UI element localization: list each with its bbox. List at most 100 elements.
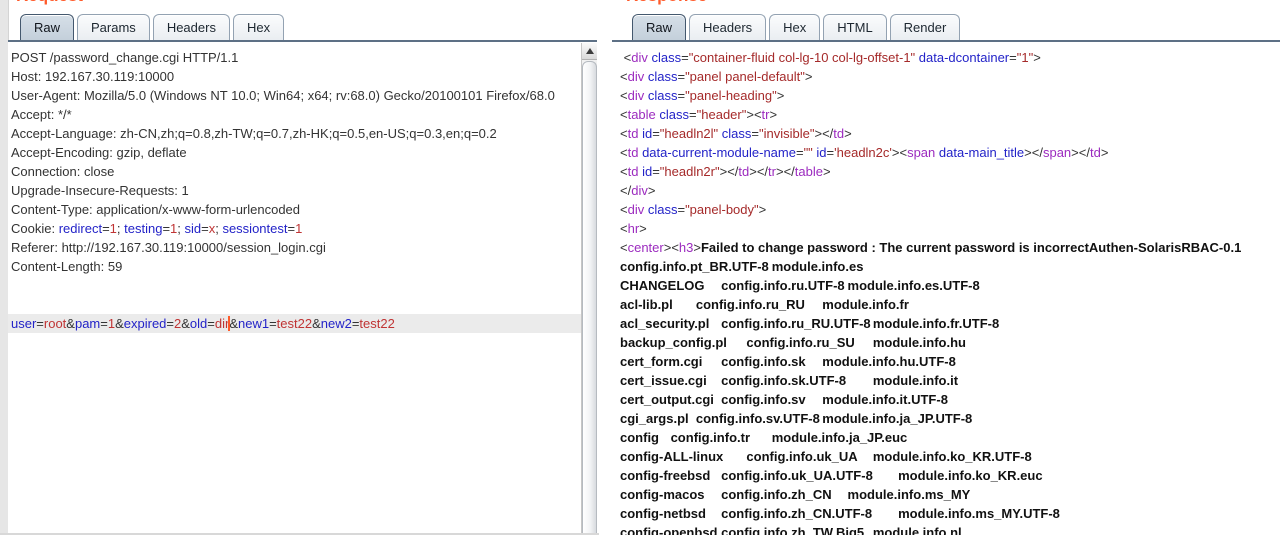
code-line: acl_security.pl config.info.ru_RU.UTF-8 … — [617, 314, 1280, 333]
code-token: config-freebsd config.info.uk_UA.UTF-8 m… — [620, 468, 1043, 483]
code-token: "" — [803, 145, 813, 160]
tab-html[interactable]: HTML — [823, 14, 887, 41]
code-token: acl-lib.pl config.info.ru_RU module.info… — [620, 297, 909, 312]
request-editor[interactable]: POST /password_change.cgi HTTP/1.1 Host: … — [8, 42, 582, 535]
code-token: config-netbsd config.info.zh_CN.UTF-8 mo… — [620, 506, 1060, 521]
code-token: < — [620, 240, 628, 255]
request-scrollbar[interactable] — [581, 43, 597, 535]
tab-label: Render — [903, 20, 947, 35]
code-line: CHANGELOG config.info.ru.UTF-8 module.in… — [617, 276, 1280, 295]
scrollbar-thumb[interactable] — [582, 61, 597, 535]
code-token: user — [11, 316, 37, 331]
code-token: > — [769, 107, 778, 122]
code-token: h3 — [678, 240, 694, 255]
code-token: td — [738, 164, 750, 179]
tab-label: Headers — [166, 20, 216, 35]
code-token: < — [620, 221, 628, 236]
code-token: sid — [184, 221, 202, 236]
code-line: <hr> — [617, 219, 1280, 238]
tab-hex[interactable]: Hex — [232, 14, 285, 41]
code-line: <div class="container-fluid col-lg-10 co… — [617, 48, 1280, 67]
code-line: <div class="panel-body"> — [617, 200, 1280, 219]
code-token: Accept: */* — [11, 107, 72, 122]
code-token: Cookie: — [11, 221, 59, 236]
tab-label: Hex — [246, 20, 271, 35]
code-line: Host: 192.167.30.119:10000 — [8, 67, 582, 86]
code-line: config-openbsd config.info.zh_TW.Big5 mo… — [617, 523, 1280, 535]
code-token: testing — [124, 221, 163, 236]
code-line: Cookie: redirect=1; testing=1; sid=x; se… — [8, 219, 582, 238]
code-token: = — [100, 316, 108, 331]
code-token: = — [652, 164, 660, 179]
tab-headers[interactable]: Headers — [152, 14, 230, 41]
code-line: Accept: */* — [8, 105, 582, 124]
code-token: > — [758, 202, 767, 217]
tab-raw[interactable]: Raw — [632, 14, 687, 41]
tab-render[interactable]: Render — [889, 14, 961, 41]
code-token: & — [66, 316, 75, 331]
code-token: root — [43, 316, 67, 331]
code-token: Upgrade-Insecure-Requests: 1 — [11, 183, 189, 198]
tab-label: HTML — [837, 20, 873, 35]
code-token: > — [1033, 50, 1041, 65]
code-token: = — [795, 145, 804, 160]
code-token: < — [620, 145, 628, 160]
code-token: ></ — [776, 164, 795, 179]
code-token: < — [620, 164, 628, 179]
code-token: = — [677, 88, 686, 103]
code-token: class — [651, 50, 682, 65]
code-token: "headln2l" — [659, 126, 719, 141]
code-token: > — [823, 164, 831, 179]
code-token: = — [287, 221, 296, 236]
code-line: POST /password_change.cgi HTTP/1.1 — [8, 48, 582, 67]
tab-raw[interactable]: Raw — [20, 14, 75, 41]
code-token: & — [115, 316, 124, 331]
code-line: Accept-Encoding: gzip, deflate — [8, 143, 582, 162]
code-token: class — [647, 69, 678, 84]
code-line: Content-Length: 59 — [8, 257, 582, 276]
tab-label: Raw — [646, 20, 673, 35]
code-line: cert_issue.cgi config.info.sk.UTF-8 modu… — [617, 371, 1280, 390]
code-token: > — [647, 183, 656, 198]
code-token: = — [826, 145, 835, 160]
tab-headers[interactable]: Headers — [689, 14, 767, 41]
tab-params[interactable]: Params — [77, 14, 150, 41]
code-token: cgi_args.pl config.info.sv.UTF-8 module.… — [620, 411, 973, 426]
code-token: old — [189, 316, 208, 331]
code-token: Host: 192.167.30.119:10000 — [11, 69, 175, 84]
code-line: config config.info.tr module.info.ja_JP.… — [617, 428, 1280, 447]
code-token: sessiontest — [222, 221, 288, 236]
code-token: Connection: close — [11, 164, 115, 179]
tab-hex[interactable]: Hex — [769, 14, 821, 41]
code-token: = — [207, 316, 215, 331]
code-token: config config.info.tr module.info.ja_JP.… — [620, 430, 908, 445]
code-token: = — [166, 316, 174, 331]
code-token: "header" — [696, 107, 747, 122]
tab-label: Raw — [34, 20, 61, 35]
code-token: & — [312, 316, 321, 331]
tab-label: Headers — [703, 20, 753, 35]
code-token: data-current-module-name — [642, 145, 796, 160]
code-token: config.info.pt_BR.UTF-8 module.info.es — [620, 259, 864, 274]
code-token: Accept-Encoding: gzip, deflate — [11, 145, 187, 160]
code-line: cgi_args.pl config.info.sv.UTF-8 module.… — [617, 409, 1280, 428]
code-token: config-macos config.info.zh_CN module.in… — [620, 487, 971, 502]
code-token: tr — [768, 164, 776, 179]
tab-label: Params — [91, 20, 136, 35]
code-line: </div> — [617, 181, 1280, 200]
code-line: Referer: http://192.167.30.119:10000/ses… — [8, 238, 582, 257]
code-token: td — [1089, 145, 1101, 160]
code-token: > — [1100, 145, 1109, 160]
code-token: tr — [761, 107, 770, 122]
code-token: Content-Type: application/x-www-form-url… — [11, 202, 301, 217]
code-token: span — [907, 145, 936, 160]
request-label: Request — [16, 0, 83, 6]
code-token: >< — [891, 145, 908, 160]
code-token: > — [776, 88, 785, 103]
scroll-up-button[interactable] — [582, 43, 597, 60]
code-token: new1 — [237, 316, 270, 331]
code-token: = — [36, 316, 44, 331]
code-token: config-ALL-linux config.info.uk_UA modul… — [620, 449, 1032, 464]
code-line: User-Agent: Mozilla/5.0 (Windows NT 10.0… — [8, 86, 582, 105]
code-token: 1 — [295, 221, 303, 236]
